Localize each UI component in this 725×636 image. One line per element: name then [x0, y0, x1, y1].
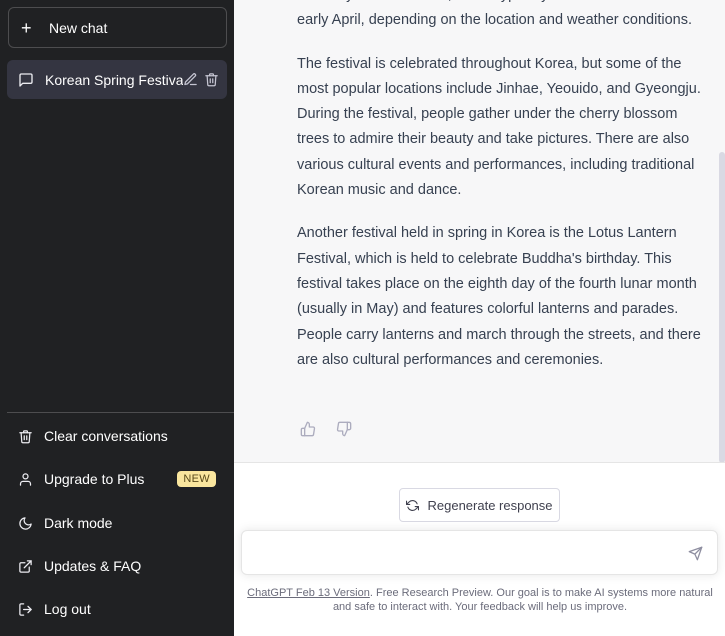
moon-icon [18, 516, 33, 531]
new-chat-button[interactable]: + New chat [8, 7, 227, 48]
clear-conversations-button[interactable]: Clear conversations [7, 416, 227, 456]
regenerate-response-button[interactable]: Regenerate response [399, 488, 560, 522]
message-paragraph: Another festival held in spring in Korea… [297, 225, 701, 368]
sidebar: + New chat Korean Spring Festivals Clear… [0, 0, 234, 636]
upgrade-to-plus-button[interactable]: Upgrade to Plus NEW [7, 459, 227, 499]
message-text: of cherry blossom trees, which typically… [297, 0, 711, 391]
external-link-icon [18, 559, 33, 574]
dark-mode-label: Dark mode [44, 515, 113, 531]
trash-icon [18, 429, 33, 444]
send-icon[interactable] [688, 546, 703, 561]
message-input[interactable] [254, 543, 678, 567]
sidebar-divider [7, 412, 234, 413]
logout-icon [18, 602, 33, 617]
version-link[interactable]: ChatGPT Feb 13 Version [247, 587, 370, 599]
footer-disclaimer: ChatGPT Feb 13 Version. Free Research Pr… [242, 586, 718, 614]
thumbs-down-icon[interactable] [336, 421, 352, 437]
user-icon [18, 472, 33, 487]
assistant-message: of cherry blossom trees, which typically… [234, 0, 725, 463]
feedback-buttons [300, 421, 352, 437]
log-out-button[interactable]: Log out [7, 589, 227, 629]
log-out-label: Log out [44, 601, 91, 617]
refresh-icon [406, 499, 420, 512]
scrollbar[interactable] [719, 152, 725, 462]
upgrade-to-plus-label: Upgrade to Plus [44, 471, 145, 487]
plus-icon: + [21, 17, 32, 38]
updates-faq-link[interactable]: Updates & FAQ [7, 546, 227, 586]
chat-main: of cherry blossom trees, which typically… [234, 0, 725, 636]
regenerate-label: Regenerate response [427, 497, 553, 513]
conversation-item[interactable]: Korean Spring Festivals [7, 60, 227, 99]
edit-icon[interactable] [183, 72, 198, 87]
chat-bubble-icon [18, 72, 34, 88]
thumbs-up-icon[interactable] [300, 421, 316, 437]
message-input-box [241, 530, 718, 575]
clear-conversations-label: Clear conversations [44, 428, 168, 444]
new-chat-label: New chat [49, 19, 108, 36]
footer-text: . Free Research Preview. Our goal is to … [332, 587, 713, 613]
message-paragraph: The festival is celebrated throughout Ko… [297, 55, 701, 199]
dark-mode-button[interactable]: Dark mode [7, 503, 227, 543]
delete-icon[interactable] [204, 72, 219, 87]
updates-faq-label: Updates & FAQ [44, 558, 142, 574]
message-paragraph: of cherry blossom trees, which typically… [297, 0, 699, 29]
new-badge: NEW [177, 471, 216, 487]
conversation-title: Korean Spring Festivals [45, 71, 183, 88]
